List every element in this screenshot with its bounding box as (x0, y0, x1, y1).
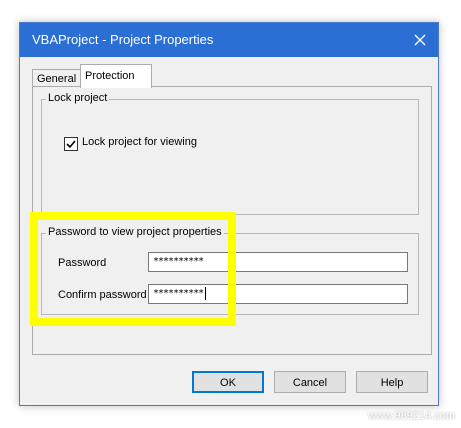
checkmark-icon (66, 140, 76, 149)
lock-project-legend: Lock project (46, 92, 110, 104)
help-button[interactable]: Help (356, 371, 428, 393)
lock-project-checkbox-label[interactable]: Lock project for viewing (82, 136, 197, 148)
close-icon (414, 34, 426, 46)
title-bar[interactable]: VBAProject - Project Properties (20, 23, 438, 57)
window-title: VBAProject - Project Properties (32, 32, 214, 47)
close-button[interactable] (408, 28, 432, 52)
highlight-box (30, 212, 236, 326)
ok-button[interactable]: OK (192, 371, 264, 393)
watermark: www.989214.com (368, 410, 455, 422)
lock-project-checkbox[interactable] (64, 137, 78, 151)
cancel-button[interactable]: Cancel (274, 371, 346, 393)
lock-project-group: Lock project Lock project for viewing (41, 92, 419, 215)
tab-protection[interactable]: Protection (80, 64, 152, 88)
